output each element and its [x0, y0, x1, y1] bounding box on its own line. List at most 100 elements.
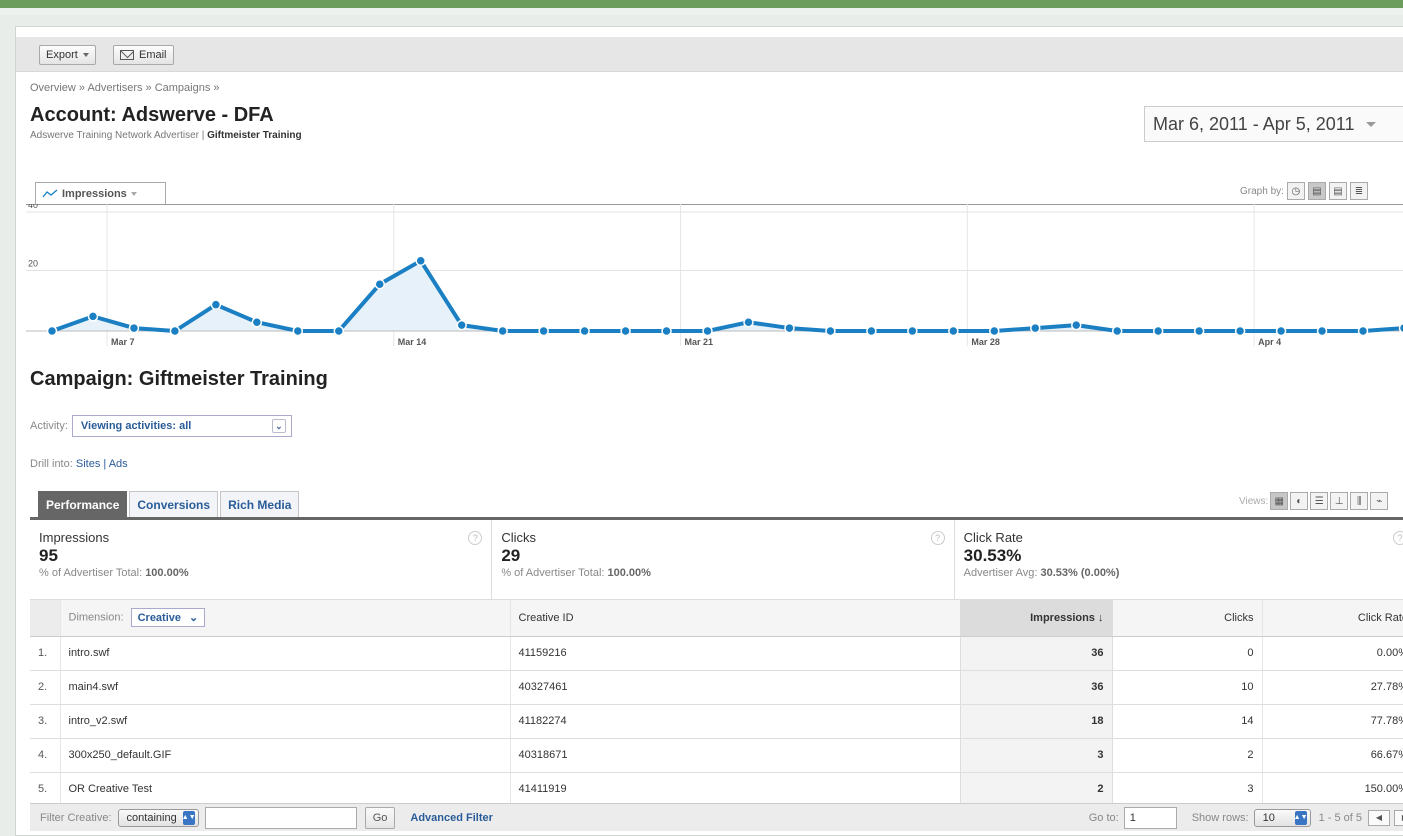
click-rate-cell: 27.78%: [1262, 670, 1403, 704]
clock-icon[interactable]: ◷: [1287, 182, 1305, 200]
dimension-label: Dimension:: [69, 612, 124, 624]
pivot-view-icon[interactable]: ⫼: [1350, 492, 1368, 510]
clicks-cell: 14: [1112, 704, 1262, 738]
export-button[interactable]: Export: [39, 45, 96, 65]
creative-name[interactable]: 300x250_default.GIF: [60, 738, 510, 772]
scorecard-impressions: Impressions 95 % of Advertiser Total: 10…: [30, 520, 492, 599]
data-point: [293, 327, 302, 336]
data-point: [826, 327, 835, 336]
row-number: 1.: [30, 636, 60, 670]
email-button[interactable]: Email: [113, 45, 174, 65]
graph-metric-selector[interactable]: Impressions: [35, 182, 166, 204]
clicks-header[interactable]: Clicks: [1112, 600, 1262, 636]
data-point: [990, 327, 999, 336]
chevron-down-icon: [83, 53, 89, 57]
data-point: [785, 324, 794, 333]
table-view-icon[interactable]: ▦: [1270, 492, 1288, 510]
week-view-icon[interactable]: ▤: [1329, 182, 1347, 200]
drill-ads-link[interactable]: Ads: [109, 458, 128, 470]
filter-mode-select[interactable]: containing ▲▼: [118, 809, 199, 827]
sort-down-arrow-icon: ↓: [1098, 612, 1104, 624]
clicks-cell: 3: [1112, 772, 1262, 806]
creative-name[interactable]: OR Creative Test: [60, 772, 510, 806]
scorecard-click-rate: Click Rate 30.53% Advertiser Avg: 30.53%…: [955, 520, 1403, 599]
clicks-cell: 10: [1112, 670, 1262, 704]
scorecard-value: 29: [501, 546, 944, 566]
show-rows-select[interactable]: 10 ▲▼: [1254, 809, 1311, 827]
x-tick-label: Mar 7: [111, 337, 135, 347]
x-tick-label: Mar 21: [685, 337, 714, 347]
data-point: [211, 300, 220, 309]
creative-id: 41411919: [510, 772, 960, 806]
graph-by-label: Graph by:: [1240, 186, 1284, 197]
click-rate-cell: 77.78%: [1262, 704, 1403, 738]
table-row[interactable]: 4.300x250_default.GIF403186713266.67%: [30, 738, 1403, 772]
tab-conversions[interactable]: Conversions: [129, 491, 218, 517]
activity-label: Activity:: [30, 420, 68, 432]
date-range-picker[interactable]: Mar 6, 2011 - Apr 5, 2011: [1144, 106, 1403, 142]
click-rate-cell: 66.67%: [1262, 738, 1403, 772]
scorecard-sub: Advertiser Avg: 30.53% (0.00%): [964, 567, 1403, 579]
drill-sites-link[interactable]: Sites: [76, 458, 100, 470]
goto-label: Go to:: [1089, 812, 1119, 824]
dimension-select[interactable]: Creative ⌄: [131, 608, 206, 627]
table-row[interactable]: 5.OR Creative Test4141191923150.00%: [30, 772, 1403, 806]
graph-by-controls: Graph by: ◷ ▤ ▤ ≣: [1240, 182, 1368, 200]
pie-view-icon[interactable]: ◐: [1290, 492, 1308, 510]
data-point: [252, 318, 261, 327]
tab-performance[interactable]: Performance: [38, 491, 127, 517]
impressions-chart: 404202Mar 7Mar 14Mar 21Mar 28Apr 4: [26, 204, 1403, 354]
month-view-icon[interactable]: ≣: [1350, 182, 1368, 200]
day-view-icon[interactable]: ▤: [1308, 182, 1326, 200]
breadcrumb[interactable]: Overview » Advertisers » Campaigns »: [30, 82, 220, 94]
activity-select[interactable]: Viewing activities: all ⌄: [72, 415, 292, 437]
chevron-down-icon: [131, 192, 137, 196]
bar-view-icon[interactable]: ☰: [1310, 492, 1328, 510]
pagination-range: 1 - 5 of 5: [1319, 812, 1362, 824]
advanced-filter-link[interactable]: Advanced Filter: [410, 812, 493, 824]
data-point: [1072, 321, 1081, 330]
tab-rich-media[interactable]: Rich Media: [220, 491, 299, 517]
data-point: [416, 256, 425, 265]
filter-input[interactable]: [205, 807, 357, 829]
dimension-header: Dimension: Creative ⌄: [60, 600, 510, 636]
table-row[interactable]: 2.main4.swf40327461361027.78%: [30, 670, 1403, 704]
help-icon[interactable]: ?: [1393, 531, 1403, 545]
drill-label: Drill into:: [30, 458, 73, 470]
previous-page-icon[interactable]: ◀: [1368, 810, 1390, 826]
creative-id: 41159216: [510, 636, 960, 670]
toolbar: Export Email: [16, 37, 1403, 72]
filter-go-button[interactable]: Go: [365, 807, 396, 829]
data-point: [703, 327, 712, 336]
dimension-value: Creative: [138, 612, 181, 624]
activity-filter: Activity: Viewing activities: all ⌄: [30, 415, 292, 437]
view-switcher: Views: ▦ ◐ ☰ ⊥ ⫼ ⌁: [1239, 492, 1388, 510]
click-rate-header[interactable]: Click Rate: [1262, 600, 1403, 636]
filter-label: Filter Creative:: [40, 812, 112, 824]
table-row[interactable]: 3.intro_v2.swf41182274181477.78%: [30, 704, 1403, 738]
table-row[interactable]: 1.intro.swf411592163600.00%: [30, 636, 1403, 670]
data-point: [949, 327, 958, 336]
sparkline-view-icon[interactable]: ⌁: [1370, 492, 1388, 510]
scorecard-clicks: Clicks 29 % of Advertiser Total: 100.00%…: [492, 520, 954, 599]
scorecard-label: Impressions: [39, 530, 482, 545]
clicks-cell: 2: [1112, 738, 1262, 772]
comparison-view-icon[interactable]: ⊥: [1330, 492, 1348, 510]
advertiser-name: Adswerve Training Network Advertiser |: [30, 130, 204, 141]
creative-name[interactable]: intro.swf: [60, 636, 510, 670]
x-tick-label: Mar 28: [971, 337, 1000, 347]
data-point: [867, 327, 876, 336]
data-point: [1154, 327, 1163, 336]
creative-name[interactable]: intro_v2.swf: [60, 704, 510, 738]
goto-input[interactable]: [1124, 807, 1177, 829]
click-rate-cell: 150.00%: [1262, 772, 1403, 806]
double-chevron-down-icon: ⌄: [189, 611, 198, 624]
data-point: [744, 318, 753, 327]
creative-id-header[interactable]: Creative ID: [510, 600, 960, 636]
creative-name[interactable]: main4.swf: [60, 670, 510, 704]
help-icon[interactable]: ?: [931, 531, 945, 545]
spinner-icon: ▲▼: [183, 811, 195, 825]
data-point: [334, 327, 343, 336]
impressions-header[interactable]: Impressions ↓: [960, 600, 1112, 636]
next-page-icon[interactable]: ▶: [1394, 810, 1403, 826]
